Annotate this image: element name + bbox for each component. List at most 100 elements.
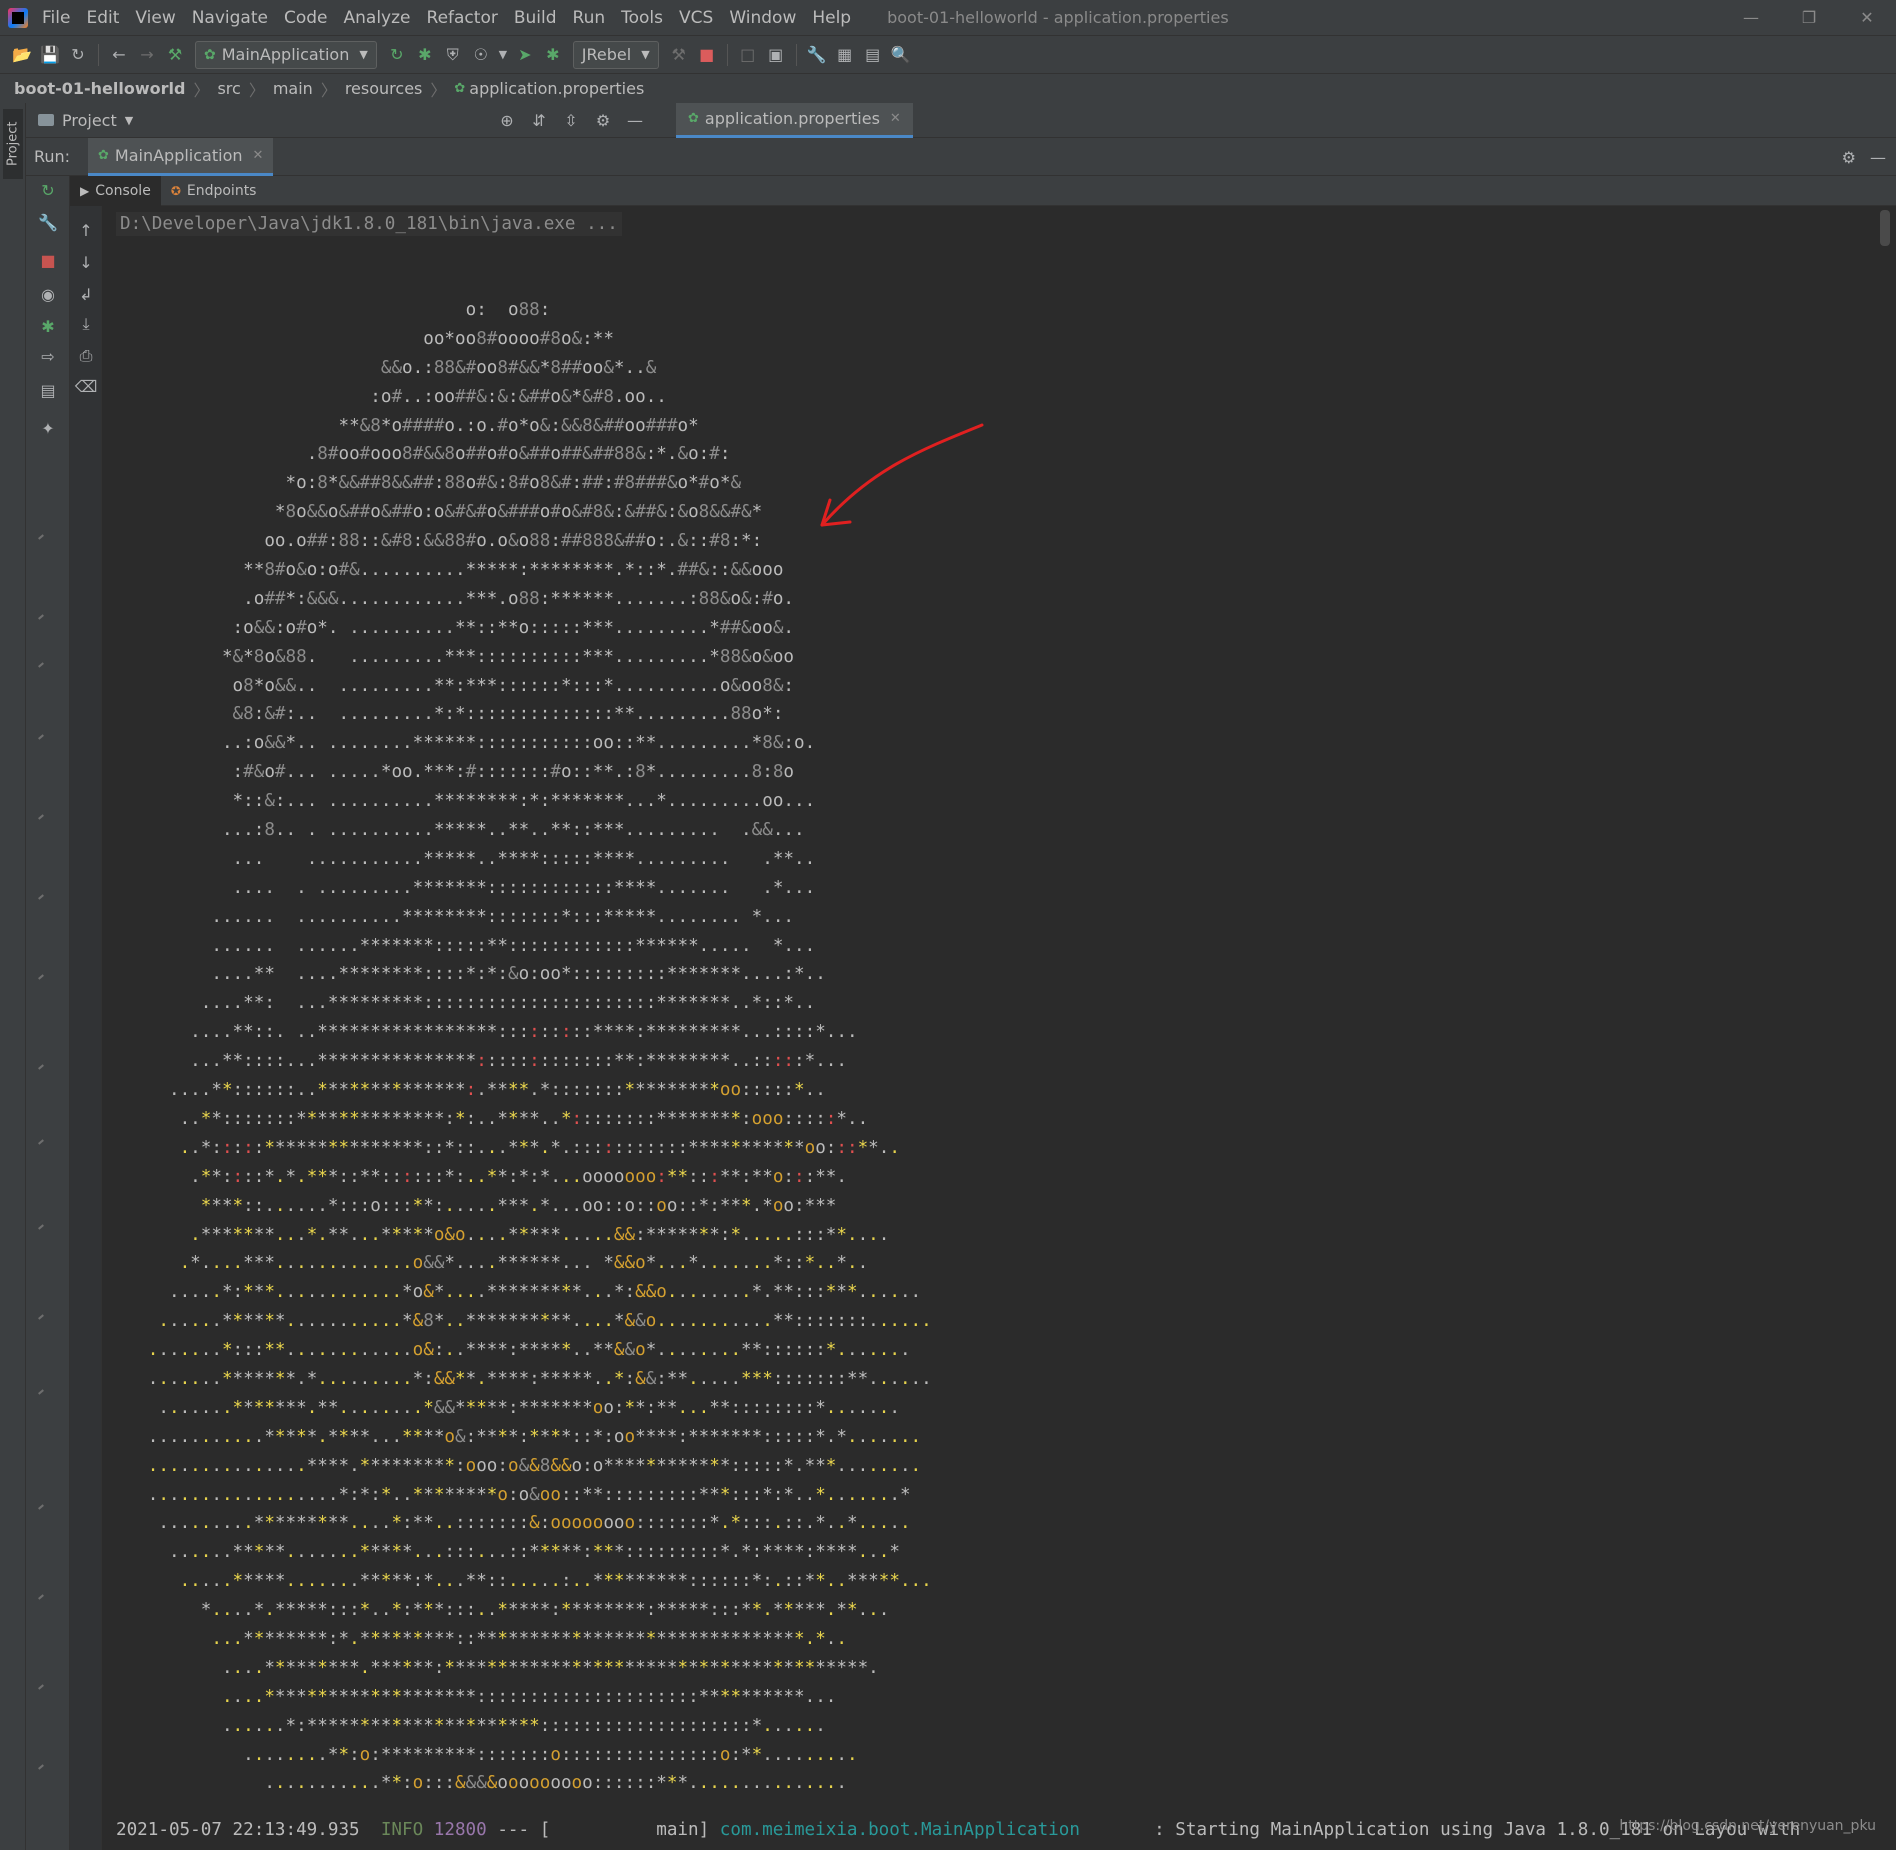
log-class[interactable]: com.meimeixia.boot.MainApplication	[720, 1820, 1080, 1840]
chevron-down-icon[interactable]: ▼	[495, 41, 511, 69]
soft-wrap-icon[interactable]: ↲	[72, 280, 100, 308]
jrebel-run-icon[interactable]: ➤	[511, 41, 539, 69]
run-config-label: MainApplication	[222, 45, 350, 64]
console-command-line: D:\Developer\Java\jdk1.8.0_181\bin\java.…	[116, 212, 622, 236]
menu-item-view[interactable]: View	[135, 8, 175, 28]
ascii-art-line: .**::::*.*.***::**::::::*:..**:*:*...ooo…	[116, 1163, 932, 1192]
project-structure-icon[interactable]: ▦	[831, 41, 859, 69]
console-output[interactable]: D:\Developer\Java\jdk1.8.0_181\bin\java.…	[102, 206, 1896, 1850]
ascii-art-line: ...**::::...***************:::::::::::::…	[116, 1047, 932, 1076]
menu-item-window[interactable]: Window	[729, 8, 796, 28]
settings-wrench-icon[interactable]: 🔧	[803, 41, 831, 69]
settings-wrench-icon[interactable]: 🔧	[34, 208, 62, 236]
ascii-art-line: *8o&&o&##o&##o:o&#&#o&###o#o&#8&:&##&:&o…	[116, 498, 932, 527]
build-artifact-icon[interactable]: ⚒	[665, 41, 693, 69]
build-hammer-icon[interactable]: ⚒	[161, 41, 189, 69]
exit-icon[interactable]: ⇨	[34, 342, 62, 370]
console-scrollbar[interactable]	[1880, 210, 1890, 246]
ascii-art-line: ...............****.*********:ooo:o&&8&&…	[116, 1452, 932, 1481]
menu-item-code[interactable]: Code	[284, 8, 328, 28]
rerun-icon[interactable]: ↻	[383, 41, 411, 69]
pin-icon[interactable]: ✦	[34, 414, 62, 442]
print-icon[interactable]: ⎙	[72, 342, 100, 370]
hide-icon[interactable]: —	[1870, 148, 1886, 167]
run-config-selector[interactable]: ✿ MainApplication ▼	[195, 41, 377, 69]
debug-bug-icon[interactable]: ✱	[411, 41, 439, 69]
run-subtabs: ▶ Console ✪ Endpoints	[70, 176, 1896, 206]
collapse-all-icon[interactable]: ⇳	[560, 111, 582, 130]
close-icon[interactable]: ✕	[253, 148, 264, 163]
ascii-art-line: &&o.:88&#oo8#&&*8##oo&*..&	[116, 354, 932, 383]
ascii-art-line: ......*****.......*****...:::...::*****:…	[116, 1538, 932, 1567]
menu-item-tools[interactable]: Tools	[621, 8, 663, 28]
stop-icon[interactable]: ■	[693, 41, 721, 69]
run-tab-mainapplication[interactable]: ✿ MainApplication ✕	[88, 138, 273, 176]
save-icon[interactable]: 💾	[36, 41, 64, 69]
scroll-to-end-icon[interactable]: ⤓	[72, 310, 100, 338]
debug-bug-icon[interactable]: ✱	[34, 312, 62, 340]
tab-console[interactable]: ▶ Console	[70, 176, 161, 206]
breadcrumb-item[interactable]: main	[273, 79, 313, 98]
locate-icon[interactable]: ⊕	[496, 111, 518, 130]
left-tool-stripe: Project	[0, 103, 26, 1850]
menu-item-help[interactable]: Help	[812, 8, 851, 28]
profile-icon[interactable]: ☉	[467, 41, 495, 69]
jrebel-selector[interactable]: JRebel ▼	[573, 41, 659, 69]
camera-icon[interactable]: ◉	[34, 280, 62, 308]
search-icon[interactable]: 🔍	[887, 41, 915, 69]
intellij-logo-icon	[8, 8, 28, 28]
ascii-art-line: ..**:::::::**************:*:..****..*:::…	[116, 1105, 932, 1134]
up-arrow-icon[interactable]: ↑	[72, 216, 100, 244]
rerun-icon[interactable]: ↻	[34, 176, 62, 204]
menu-item-vcs[interactable]: VCS	[679, 8, 713, 28]
trash-icon[interactable]: ⌫	[72, 372, 100, 400]
minimize-icon[interactable]: —	[1722, 8, 1780, 27]
menu-item-refactor[interactable]: Refactor	[427, 8, 498, 28]
gear-icon[interactable]: ⚙	[592, 111, 614, 130]
project-view-selector[interactable]: Project ▼	[26, 111, 496, 130]
log-line: 2021-05-07 22:13:49.935 INFO 12800 --- […	[116, 1820, 1800, 1840]
menu-item-run[interactable]: Run	[573, 8, 606, 28]
breadcrumb-item[interactable]: src	[217, 79, 240, 98]
menu-item-navigate[interactable]: Navigate	[192, 8, 268, 28]
open-folder-icon[interactable]: 📂	[8, 41, 36, 69]
stop-icon[interactable]: ■	[34, 246, 62, 274]
menu-item-file[interactable]: File	[42, 8, 70, 28]
spring-boot-icon: ✿	[98, 148, 109, 163]
breadcrumb-item[interactable]: application.properties	[469, 79, 644, 98]
ascii-art-line: ..*:::::***************::*::...***.*.:::…	[116, 1134, 932, 1163]
window-title: boot-01-helloworld - application.propert…	[887, 8, 1229, 27]
back-arrow-icon[interactable]: ←	[105, 41, 133, 69]
project-stripe-tab[interactable]: Project	[3, 109, 23, 179]
layout-icon[interactable]: ▤	[34, 376, 62, 404]
forward-arrow-icon[interactable]: →	[133, 41, 161, 69]
ascii-art-line: .*....***.............o&&*....******... …	[116, 1249, 932, 1278]
expand-all-icon[interactable]: ⇵	[528, 111, 550, 130]
breadcrumb-item[interactable]: boot-01-helloworld	[14, 79, 185, 98]
ascii-art-banner: o: o88: oo*oo8#oooo#8o&:** &&o.:88&#oo8#…	[116, 296, 932, 1798]
tab-endpoints[interactable]: ✪ Endpoints	[161, 176, 267, 206]
ascii-art-line: ....** ....********::::*:*:&o:oo*:::::::…	[116, 960, 932, 989]
sync-icon[interactable]: ↻	[64, 41, 92, 69]
coverage-icon[interactable]: ⛨	[439, 41, 467, 69]
folder-icon	[38, 114, 54, 126]
menu-item-edit[interactable]: Edit	[86, 8, 119, 28]
ascii-art-line: ....**::. ..*****************:::::::::**…	[116, 1018, 932, 1047]
attach-icon[interactable]: □	[734, 41, 762, 69]
menu-item-analyze[interactable]: Analyze	[344, 8, 411, 28]
jrebel-debug-icon[interactable]: ✱	[539, 41, 567, 69]
menu-item-build[interactable]: Build	[514, 8, 557, 28]
close-icon[interactable]: ✕	[890, 111, 901, 126]
terminal-icon[interactable]: ▤	[859, 41, 887, 69]
close-window-icon[interactable]: ✕	[1838, 8, 1896, 27]
breadcrumb-item[interactable]: resources	[345, 79, 423, 98]
ascii-art-line: ......******...........*&8*..**********.…	[116, 1307, 932, 1336]
editor-tab-application-properties[interactable]: ✿ application.properties ✕	[676, 103, 913, 138]
gear-icon[interactable]: ⚙	[1842, 148, 1856, 167]
sdk-icon[interactable]: ▣	[762, 41, 790, 69]
hide-icon[interactable]: —	[624, 111, 646, 130]
log-separator: --- [	[497, 1820, 550, 1840]
down-arrow-icon[interactable]: ↓	[72, 248, 100, 276]
restore-icon[interactable]: ❐	[1780, 8, 1838, 27]
ascii-art-line: ..:o&&*.. ........******:::::::::::oo::*…	[116, 729, 932, 758]
